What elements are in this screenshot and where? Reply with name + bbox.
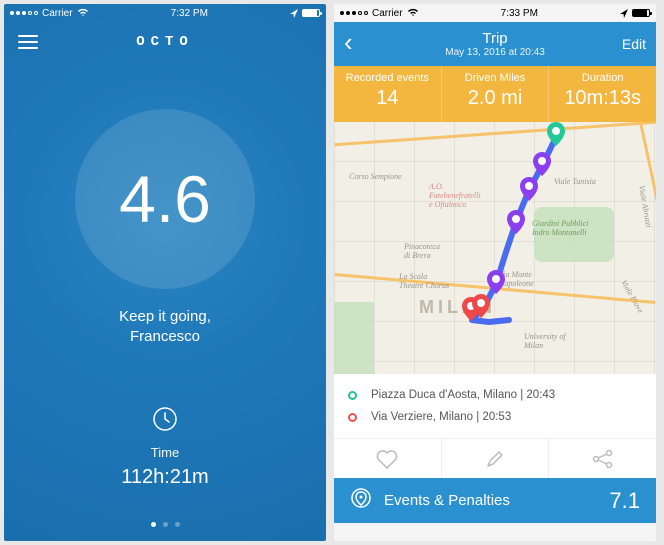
score-circle: 4.6 <box>75 109 255 289</box>
events-penalties-button[interactable]: Events & Penalties 7.1 <box>334 478 656 523</box>
menu-button[interactable] <box>18 35 38 49</box>
legend-start: Piazza Duca d'Aosta, Milano | 20:43 <box>371 389 555 401</box>
signal-icon <box>10 11 38 15</box>
home-screen: Carrier 7:32 PM OCTO 4.6 Keep it going, … <box>4 4 326 541</box>
end-dot-icon <box>348 413 357 422</box>
stat-duration: Duration 10m:13s <box>549 66 656 122</box>
clock-icon <box>4 406 326 437</box>
like-button[interactable] <box>334 439 442 478</box>
subtitle: Keep it going, Francesco <box>75 307 255 346</box>
battery-icon <box>632 9 650 17</box>
status-bar: Carrier 7:33 PM <box>334 4 656 22</box>
carrier-label: Carrier <box>372 8 403 19</box>
route-path <box>334 122 656 374</box>
clock-label: 7:33 PM <box>501 8 538 19</box>
start-dot-icon <box>348 391 357 400</box>
location-arrow-icon <box>290 9 298 18</box>
events-label: Events & Penalties <box>384 492 597 509</box>
stats-bar: Recorded events 14 Driven Miles 2.0 mi D… <box>334 66 656 122</box>
pin-event <box>507 210 525 234</box>
events-score: 7.1 <box>609 488 640 514</box>
time-value: 112h:21m <box>4 466 326 489</box>
location-pin-icon <box>350 487 372 514</box>
signal-icon <box>340 11 368 15</box>
pin-end <box>472 294 490 318</box>
actions-bar <box>334 438 656 478</box>
edit-trip-button[interactable] <box>442 439 550 478</box>
battery-icon <box>302 9 320 17</box>
pin-event <box>533 152 551 176</box>
stat-events: Recorded events 14 <box>334 66 442 122</box>
time-block: Time 112h:21m <box>4 406 326 489</box>
status-bar: Carrier 7:32 PM <box>4 4 326 22</box>
location-arrow-icon <box>620 9 628 18</box>
app-logo: OCTO <box>136 34 194 50</box>
carrier-label: Carrier <box>42 8 73 19</box>
map[interactable]: MILAN Corso Sempione A.O. Fatebenefratel… <box>334 122 656 374</box>
trip-screen: Carrier 7:33 PM ‹ Trip May 13, 2016 at 2… <box>334 4 656 541</box>
score-value: 4.6 <box>119 166 211 232</box>
page-indicator[interactable] <box>4 522 326 527</box>
share-button[interactable] <box>549 439 656 478</box>
wifi-icon <box>77 8 89 19</box>
top-nav: OCTO <box>4 22 326 58</box>
nav-title: Trip <box>334 30 656 47</box>
clock-label: 7:32 PM <box>171 8 208 19</box>
stat-miles: Driven Miles 2.0 mi <box>442 66 550 122</box>
pin-event <box>487 270 505 294</box>
route-legend: Piazza Duca d'Aosta, Milano | 20:43 Via … <box>334 374 656 438</box>
time-label: Time <box>4 445 326 460</box>
legend-end: Via Verziere, Milano | 20:53 <box>371 411 511 423</box>
edit-button[interactable]: Edit <box>622 36 646 52</box>
pin-event <box>520 177 538 201</box>
trip-nav: ‹ Trip May 13, 2016 at 20:43 Edit <box>334 22 656 66</box>
wifi-icon <box>407 8 419 19</box>
pin-start <box>547 122 565 146</box>
nav-subtitle: May 13, 2016 at 20:43 <box>334 47 656 58</box>
